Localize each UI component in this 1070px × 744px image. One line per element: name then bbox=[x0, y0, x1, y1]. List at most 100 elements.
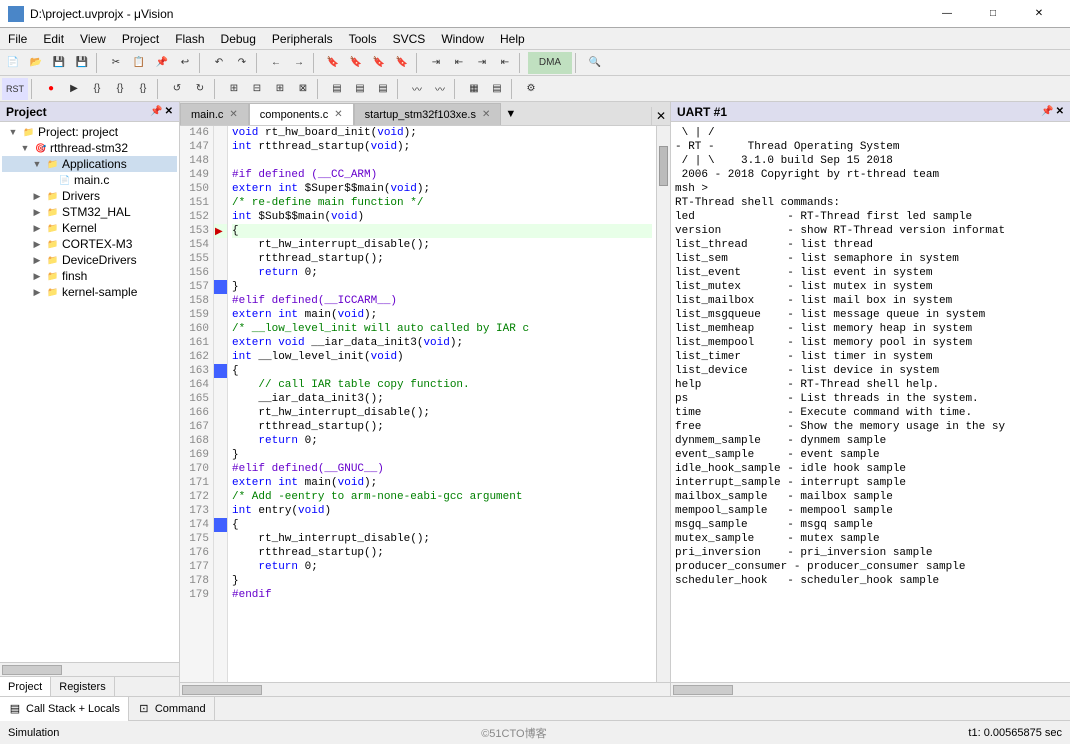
tb-dbg2[interactable]: ▤ bbox=[486, 78, 508, 100]
ln-165: 165 bbox=[180, 392, 213, 406]
tree-main-c[interactable]: 📄 main.c bbox=[2, 172, 177, 188]
tb-step-back[interactable]: ↺ bbox=[166, 78, 188, 100]
tb-indent[interactable]: ⇥ bbox=[425, 52, 447, 74]
tb-cut[interactable]: ✂ bbox=[105, 52, 127, 74]
tb-view1[interactable]: ⊞ bbox=[223, 78, 245, 100]
tree-finsh[interactable]: ▶ 📁 finsh bbox=[2, 268, 177, 284]
menu-window[interactable]: Window bbox=[433, 28, 492, 50]
tb-step-fwd[interactable]: ↻ bbox=[189, 78, 211, 100]
tree-stm32-hal[interactable]: ▶ 📁 STM32_HAL bbox=[2, 204, 177, 220]
tb-open[interactable]: 📂 bbox=[25, 52, 47, 74]
tb-rst[interactable]: RST bbox=[2, 78, 28, 100]
tb-unindent[interactable]: ⇤ bbox=[448, 52, 470, 74]
menu-help[interactable]: Help bbox=[492, 28, 533, 50]
tb-undo2[interactable]: ↶ bbox=[208, 52, 230, 74]
tb-wave2[interactable]: 〰 bbox=[429, 78, 451, 100]
menu-peripherals[interactable]: Peripherals bbox=[264, 28, 341, 50]
menu-edit[interactable]: Edit bbox=[35, 28, 72, 50]
tb-search[interactable]: 🔍 bbox=[584, 52, 606, 74]
menu-debug[interactable]: Debug bbox=[213, 28, 264, 50]
tb-view2[interactable]: ⊟ bbox=[246, 78, 268, 100]
tab-project[interactable]: Project bbox=[0, 677, 51, 696]
tab-registers[interactable]: Registers bbox=[51, 677, 114, 696]
tb-view4[interactable]: ⊠ bbox=[292, 78, 314, 100]
uart-content[interactable]: \ | / - RT - Thread Operating System / |… bbox=[671, 122, 1070, 682]
project-scrollbar-x[interactable] bbox=[0, 662, 179, 676]
tb-indent2[interactable]: ⇥ bbox=[471, 52, 493, 74]
titlebar: D:\project.uvprojx - μVision — □ ✕ bbox=[0, 0, 1070, 28]
tb-build[interactable]: DMA bbox=[528, 52, 572, 74]
tb-run[interactable]: ▶ bbox=[63, 78, 85, 100]
tb-new[interactable]: 📄 bbox=[2, 52, 24, 74]
tree-cortex[interactable]: ▶ 📁 CORTEX-M3 bbox=[2, 236, 177, 252]
tree-kernel[interactable]: ▶ 📁 Kernel bbox=[2, 220, 177, 236]
tb-bookmark4[interactable]: 🔖 bbox=[391, 52, 413, 74]
tb-mem3[interactable]: ▤ bbox=[372, 78, 394, 100]
tb-settings[interactable]: ⚙ bbox=[520, 78, 542, 100]
tb-dbg1[interactable]: ▦ bbox=[463, 78, 485, 100]
bp-161 bbox=[214, 336, 227, 350]
tb-saveall[interactable]: 💾 bbox=[71, 52, 93, 74]
tree-kernel-sample[interactable]: ▶ 📁 kernel-sample bbox=[2, 284, 177, 300]
tb-undo[interactable]: ↩ bbox=[174, 52, 196, 74]
ln-176: 176 bbox=[180, 546, 213, 560]
menu-view[interactable]: View bbox=[72, 28, 114, 50]
tab-overflow[interactable]: ▼ bbox=[501, 103, 520, 125]
tb-bookmark[interactable]: 🔖 bbox=[322, 52, 344, 74]
project-pin[interactable]: 📌 bbox=[150, 106, 162, 117]
close-button[interactable]: ✕ bbox=[1016, 0, 1062, 28]
tree-device-drivers[interactable]: ▶ 📁 DeviceDrivers bbox=[2, 252, 177, 268]
editor-scrollbar-v[interactable] bbox=[656, 126, 670, 682]
tb-mem2[interactable]: ▤ bbox=[349, 78, 371, 100]
tb-brace1[interactable]: {} bbox=[86, 78, 108, 100]
tb-wave[interactable]: 〰 bbox=[406, 78, 428, 100]
editor-scrollbar-x[interactable] bbox=[180, 682, 670, 696]
tb-save[interactable]: 💾 bbox=[48, 52, 70, 74]
menu-flash[interactable]: Flash bbox=[167, 28, 212, 50]
minimize-button[interactable]: — bbox=[924, 0, 970, 28]
uart-close[interactable]: ✕ bbox=[1056, 106, 1064, 117]
tab-startup-s[interactable]: startup_stm32f103xe.s ✕ bbox=[354, 103, 502, 125]
tb-nav-fwd[interactable]: → bbox=[288, 52, 310, 74]
tree-target[interactable]: ▼ 🎯 rtthread-stm32 bbox=[2, 140, 177, 156]
uart-hscroll-thumb[interactable] bbox=[673, 685, 733, 695]
close-tab-btn[interactable]: ✕ bbox=[651, 107, 670, 125]
menu-tools[interactable]: Tools bbox=[341, 28, 385, 50]
ln-174: 174 bbox=[180, 518, 213, 532]
maximize-button[interactable]: □ bbox=[970, 0, 1016, 28]
tree-applications[interactable]: ▼ 📁 Applications bbox=[2, 156, 177, 172]
menu-svcs[interactable]: SVCS bbox=[385, 28, 434, 50]
uart-scrollbar-x[interactable] bbox=[671, 682, 1070, 696]
tb-paste[interactable]: 📌 bbox=[151, 52, 173, 74]
uart-pin[interactable]: 📌 bbox=[1041, 106, 1053, 117]
tb-bookmark2[interactable]: 🔖 bbox=[345, 52, 367, 74]
code-editor[interactable]: void rt_hw_board_init(void); int rtthrea… bbox=[228, 126, 656, 682]
sep-5 bbox=[416, 53, 422, 73]
tab-close2[interactable]: ✕ bbox=[482, 109, 490, 120]
tb-mem1[interactable]: ▤ bbox=[326, 78, 348, 100]
tb-bookmark3[interactable]: 🔖 bbox=[368, 52, 390, 74]
bp-147 bbox=[214, 140, 227, 154]
tree-drivers[interactable]: ▶ 📁 Drivers bbox=[2, 188, 177, 204]
tb-brace3[interactable]: {} bbox=[132, 78, 154, 100]
project-close[interactable]: ✕ bbox=[165, 106, 173, 117]
menu-file[interactable]: File bbox=[0, 28, 35, 50]
hscroll-thumb[interactable] bbox=[182, 685, 262, 695]
tab-command[interactable]: ⊡ Command bbox=[129, 697, 215, 721]
tab-close[interactable]: ✕ bbox=[229, 109, 237, 120]
tab-callstack[interactable]: ▤ Call Stack + Locals bbox=[0, 697, 129, 721]
tree-project-root[interactable]: ▼ 📁 Project: project bbox=[2, 124, 177, 140]
menu-project[interactable]: Project bbox=[114, 28, 167, 50]
scrollbar-thumb[interactable] bbox=[659, 146, 668, 186]
tb-redo[interactable]: ↷ bbox=[231, 52, 253, 74]
tb-copy[interactable]: 📋 bbox=[128, 52, 150, 74]
tb-view3[interactable]: ⊞ bbox=[269, 78, 291, 100]
tab-close-active[interactable]: ✕ bbox=[334, 109, 342, 120]
tb-unindent2[interactable]: ⇤ bbox=[494, 52, 516, 74]
tab-components-c[interactable]: components.c ✕ bbox=[249, 103, 354, 125]
tb-nav-back[interactable]: ← bbox=[265, 52, 287, 74]
tab-main-c[interactable]: main.c ✕ bbox=[180, 103, 249, 125]
code-line-153: { bbox=[232, 224, 652, 238]
tb-brace2[interactable]: {} bbox=[109, 78, 131, 100]
tb-stop[interactable]: ● bbox=[40, 78, 62, 100]
